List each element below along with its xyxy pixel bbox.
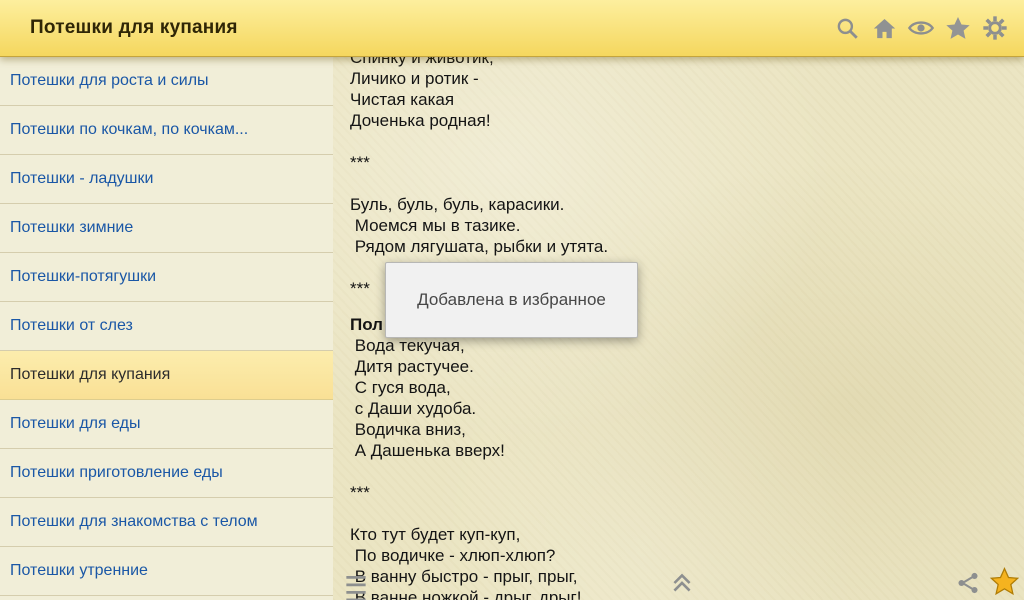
home-icon[interactable] [869, 11, 899, 45]
search-icon[interactable] [832, 11, 862, 45]
sidebar: Потешки для роста и силы Потешки по кочк… [0, 57, 333, 600]
sidebar-item-znakomstvo-s-telom[interactable]: Потешки для знакомства с телом [0, 498, 333, 547]
sidebar-item-dlya-kupaniya[interactable]: Потешки для купания [0, 351, 333, 400]
sidebar-item-zimnie[interactable]: Потешки зимние [0, 204, 333, 253]
favorite-star-icon[interactable] [989, 566, 1020, 600]
sidebar-item-potyagushki[interactable]: Потешки-потягушки [0, 253, 333, 302]
sidebar-item-label: Потешки зимние [10, 219, 133, 237]
sidebar-item-label: Потешки от слез [10, 317, 133, 335]
sidebar-item-rost-i-sila[interactable]: Потешки для роста и силы [0, 57, 333, 106]
action-bar-buttons [832, 11, 1010, 45]
sidebar-item-ot-slez[interactable]: Потешки от слез [0, 302, 333, 351]
sidebar-item-label: Потешки приготовление еды [10, 464, 223, 482]
app-root: Потешки для купания [0, 0, 1024, 600]
action-bar: Потешки для купания [0, 0, 1024, 57]
sidebar-item-utrennie[interactable]: Потешки утренние [0, 547, 333, 596]
sidebar-item-label: Потешки для знакомства с телом [10, 513, 258, 531]
sidebar-item-label: Потешки для роста и силы [10, 72, 209, 90]
sidebar-item-ladushki[interactable]: Потешки - ладушки [0, 155, 333, 204]
sidebar-item-label: Потешки-потягушки [10, 268, 156, 286]
sidebar-item-label: Потешки утренние [10, 562, 148, 580]
sidebar-item-label: Потешки - ладушки [10, 170, 153, 188]
sidebar-item-dlya-edy[interactable]: Потешки для еды [0, 400, 333, 449]
sidebar-item-po-kochkam[interactable]: Потешки по кочкам, по кочкам... [0, 106, 333, 155]
sidebar-item-label: Потешки для купания [10, 366, 170, 384]
go-to-top-icon[interactable] [669, 570, 695, 599]
sidebar-item-prigotovlenie-edy[interactable]: Потешки приготовление еды [0, 449, 333, 498]
sidebar-item-label: Потешки по кочкам, по кочкам... [10, 121, 248, 139]
page-title: Потешки для купания [14, 17, 238, 39]
share-icon[interactable] [955, 570, 981, 599]
sidebar-item-label: Потешки для еды [10, 415, 140, 433]
poem-text-block-2: Вода текучая, Дитя растучее. С гуся вода… [350, 335, 1024, 600]
favorites-star-icon[interactable] [943, 11, 973, 45]
eye-icon[interactable] [906, 11, 936, 45]
list-menu-icon[interactable] [343, 572, 369, 600]
settings-gear-icon[interactable] [980, 11, 1010, 45]
toast: Добавлена в избранное [385, 262, 638, 338]
toast-message: Добавлена в избранное [417, 290, 606, 310]
